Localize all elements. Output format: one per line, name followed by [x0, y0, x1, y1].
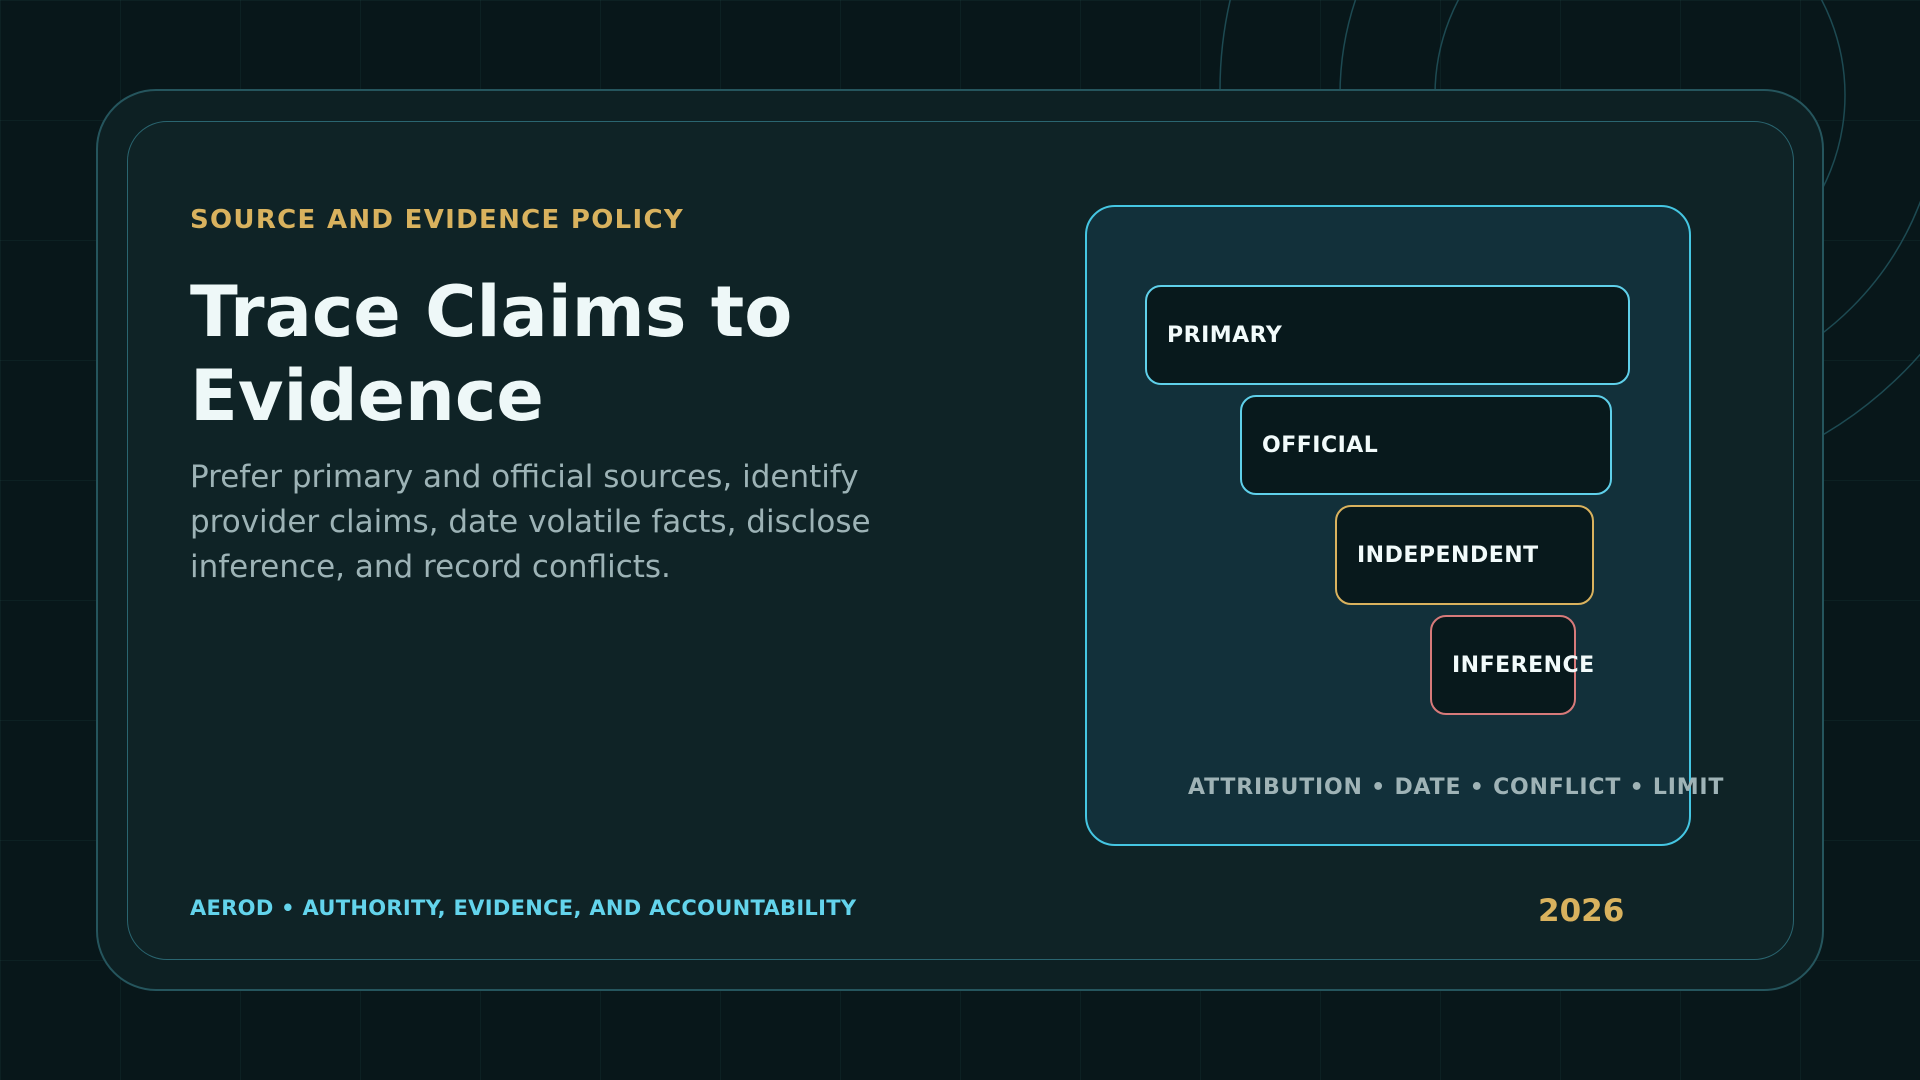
panel-caption: ATTRIBUTION • DATE • CONFLICT • LIMIT — [1188, 775, 1725, 800]
tier-official: OFFICIAL — [1240, 395, 1612, 495]
tier-primary: PRIMARY — [1145, 285, 1630, 385]
kicker-label: SOURCE AND EVIDENCE POLICY — [190, 205, 685, 235]
footer-organization: AEROD • AUTHORITY, EVIDENCE, AND ACCOUNT… — [190, 896, 857, 920]
slide-description: Prefer primary and official sources, ide… — [190, 459, 871, 585]
tier-independent: INDEPENDENT — [1335, 505, 1594, 605]
slide-title: Trace Claims to Evidence — [190, 271, 793, 437]
footer-year: 2026 — [1538, 893, 1625, 929]
tier-inference: INFERENCE — [1430, 615, 1594, 715]
